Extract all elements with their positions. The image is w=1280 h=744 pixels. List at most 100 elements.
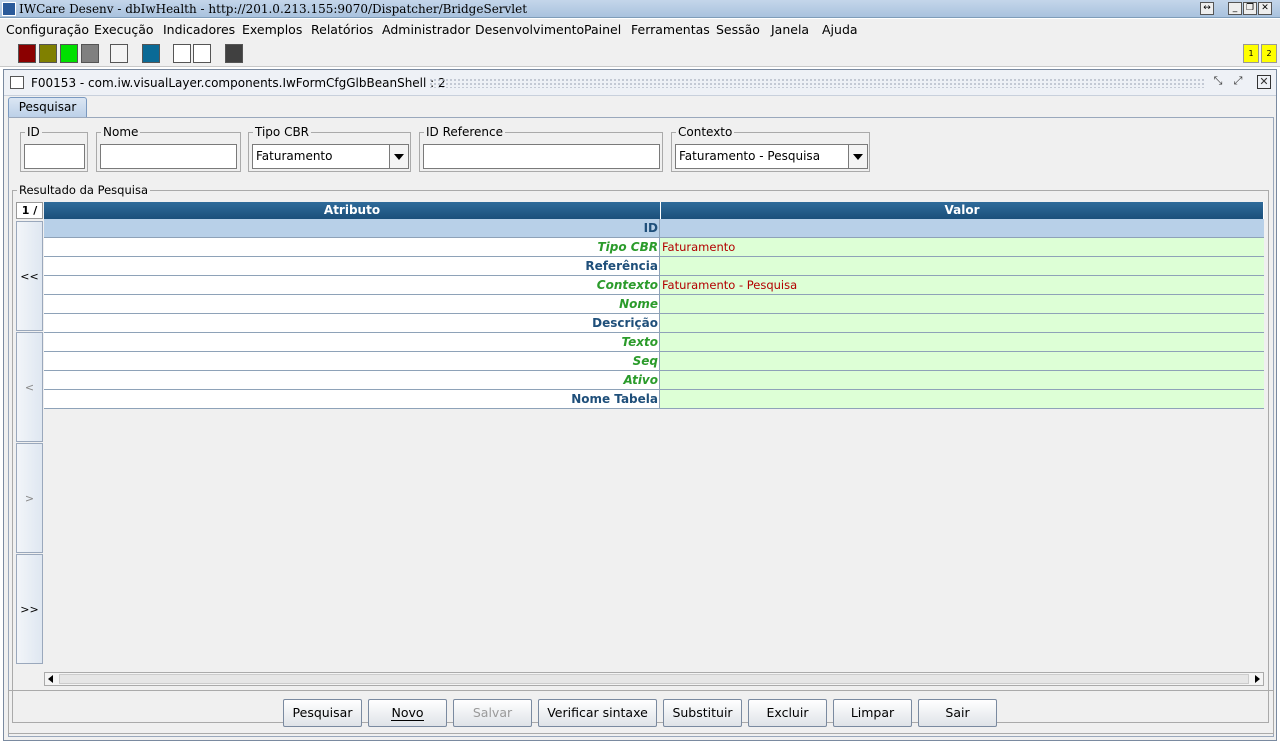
table-row[interactable]: Seq <box>44 352 1264 371</box>
table-row[interactable]: Referência <box>44 257 1264 276</box>
table-row[interactable]: Tipo CBR Faturamento <box>44 238 1264 257</box>
limpar-button[interactable]: Limpar <box>833 699 912 727</box>
frame-titlebar[interactable]: F00153 - com.iw.visualLayer.components.I… <box>4 70 1276 96</box>
menu-relatorios[interactable]: Relatórios <box>311 22 373 37</box>
tab-pesquisar[interactable]: Pesquisar <box>8 97 87 117</box>
filter-id-reference: ID Reference <box>419 125 663 172</box>
table-row[interactable]: Texto <box>44 333 1264 352</box>
frame-close-icon[interactable]: ✕ <box>1257 75 1271 89</box>
salvar-button[interactable]: Salvar <box>453 699 532 727</box>
theme-swatch-gray[interactable] <box>81 44 99 63</box>
window-badge-1[interactable]: 1 <box>1243 44 1259 63</box>
table-row[interactable]: Nome Tabela <box>44 390 1264 409</box>
filter-contexto-select[interactable]: Faturamento - Pesquisa <box>675 144 868 169</box>
theme-swatch-darkred[interactable] <box>18 44 36 63</box>
excluir-button-label: Excluir <box>766 705 809 720</box>
previous-page-button[interactable]: < <box>16 332 43 442</box>
sair-button[interactable]: Sair <box>918 699 997 727</box>
row-value[interactable]: Faturamento - Pesquisa <box>660 276 1264 295</box>
previous-page-label: < <box>24 381 35 394</box>
row-value[interactable] <box>660 257 1264 276</box>
last-page-button[interactable]: >> <box>16 554 43 664</box>
window-titlebar: IWCare Desenv - dbIwHealth - http://201.… <box>0 0 1280 18</box>
row-value[interactable] <box>660 390 1264 409</box>
row-value[interactable]: Faturamento <box>660 238 1264 257</box>
filter-tipo-cbr: Tipo CBR Faturamento <box>248 125 411 172</box>
substituir-button[interactable]: Substituir <box>663 699 742 727</box>
filter-id-input[interactable] <box>24 144 85 169</box>
window-list-icon[interactable] <box>193 44 211 63</box>
maximize-icon[interactable]: ❐ <box>1243 2 1257 15</box>
column-header-valor[interactable]: Valor <box>661 202 1264 219</box>
frame-maximize-icon[interactable]: ⤢ <box>1231 75 1245 89</box>
menu-administrador[interactable]: Administrador <box>382 22 470 37</box>
verificar-sintaxe-button[interactable]: Verificar sintaxe <box>538 699 657 727</box>
close-icon[interactable]: ✕ <box>1258 2 1272 15</box>
menu-configuracao[interactable]: Configuração <box>6 22 89 37</box>
scroll-thumb[interactable] <box>59 674 1249 684</box>
minimize-icon[interactable]: _ <box>1228 2 1242 15</box>
pesquisar-button-label: Pesquisar <box>292 705 353 720</box>
row-value[interactable] <box>660 371 1264 390</box>
row-value[interactable] <box>660 314 1264 333</box>
menu-indicadores[interactable]: Indicadores <box>163 22 235 37</box>
tab-panel-pesquisar: ID Nome Tipo CBR Faturamento ID Referenc… <box>8 117 1274 737</box>
horizontal-scrollbar[interactable] <box>44 672 1264 686</box>
filter-contexto: Contexto Faturamento - Pesquisa <box>671 125 870 172</box>
menu-ajuda[interactable]: Ajuda <box>822 22 858 37</box>
row-attr: Texto <box>44 333 660 352</box>
scroll-right-icon[interactable] <box>1255 675 1260 683</box>
tree-view-icon[interactable] <box>173 44 191 63</box>
menu-desenvolvimento[interactable]: Desenvolvimento <box>475 22 584 37</box>
pesquisar-button[interactable]: Pesquisar <box>283 699 362 727</box>
theme-swatch-green[interactable] <box>60 44 78 63</box>
menu-exemplos[interactable]: Exemplos <box>242 22 302 37</box>
filter-tipo-cbr-value: Faturamento <box>256 149 333 163</box>
first-page-button[interactable]: << <box>16 221 43 331</box>
column-header-atributo[interactable]: Atributo <box>44 202 661 219</box>
window-badge-2[interactable]: 2 <box>1261 44 1277 63</box>
filter-nome: Nome <box>96 125 241 172</box>
table-row[interactable]: Nome <box>44 295 1264 314</box>
filter-nome-label: Nome <box>101 125 141 139</box>
chevron-down-icon[interactable] <box>389 145 408 168</box>
row-attr: Descrição <box>44 314 660 333</box>
filter-tipo-cbr-select[interactable]: Faturamento <box>252 144 409 169</box>
theme-swatch-white[interactable] <box>110 44 128 63</box>
row-value[interactable] <box>660 219 1264 238</box>
theme-swatch-dark[interactable] <box>225 44 243 63</box>
menu-painel[interactable]: Painel <box>584 22 621 37</box>
row-attr: Referência <box>44 257 660 276</box>
frame-drag-area[interactable] <box>429 78 1204 88</box>
resize-icon[interactable]: ↔ <box>1200 2 1214 15</box>
window-title: IWCare Desenv - dbIwHealth - http://201.… <box>19 2 528 16</box>
table-row[interactable]: Ativo <box>44 371 1264 390</box>
substituir-button-label: Substituir <box>672 705 733 720</box>
row-attr: Tipo CBR <box>44 238 660 257</box>
excluir-button[interactable]: Excluir <box>748 699 827 727</box>
row-attr: Nome <box>44 295 660 314</box>
row-attr: Nome Tabela <box>44 390 660 409</box>
filter-nome-input[interactable] <box>100 144 237 169</box>
menu-execucao[interactable]: Execução <box>94 22 154 37</box>
frame-minimize-icon[interactable]: ⤡ <box>1211 75 1225 89</box>
frame-icon <box>10 76 24 89</box>
menu-sessao[interactable]: Sessão <box>716 22 760 37</box>
scroll-left-icon[interactable] <box>48 675 53 683</box>
next-page-button[interactable]: > <box>16 443 43 553</box>
results-panel: Resultado da Pesquisa 1 / 1 << < > >> At… <box>12 183 1269 723</box>
novo-button[interactable]: Novo <box>368 699 447 727</box>
theme-swatch-teal[interactable] <box>142 44 160 63</box>
row-value[interactable] <box>660 333 1264 352</box>
filter-contexto-value: Faturamento - Pesquisa <box>679 149 821 163</box>
filter-id-reference-input[interactable] <box>423 144 660 169</box>
menu-ferramentas[interactable]: Ferramentas <box>631 22 710 37</box>
chevron-down-icon[interactable] <box>848 145 867 168</box>
menu-janela[interactable]: Janela <box>771 22 809 37</box>
table-row[interactable]: Contexto Faturamento - Pesquisa <box>44 276 1264 295</box>
table-row[interactable]: Descrição <box>44 314 1264 333</box>
table-row[interactable]: ID <box>44 219 1264 238</box>
theme-swatch-olive[interactable] <box>39 44 57 63</box>
row-value[interactable] <box>660 295 1264 314</box>
row-value[interactable] <box>660 352 1264 371</box>
